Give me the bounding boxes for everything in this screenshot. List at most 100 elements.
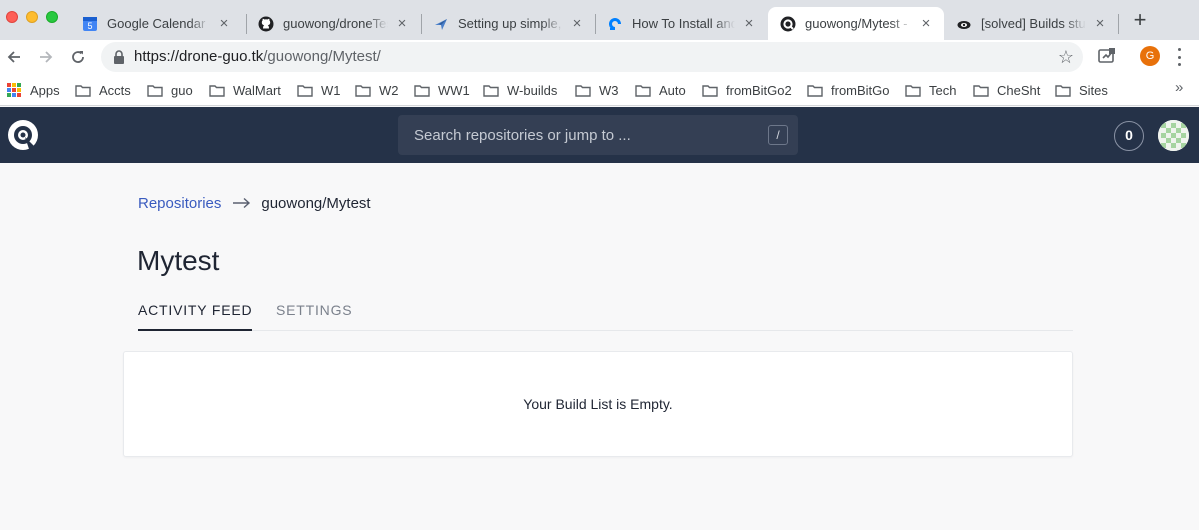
- reload-button[interactable]: [66, 45, 90, 69]
- arrow-right-icon: [233, 197, 251, 209]
- bookmark-folder[interactable]: W-builds: [483, 81, 557, 99]
- bookmarks-bar: Apps Accts guo WalMart W1 W2 WW1 W-build…: [0, 74, 1199, 106]
- browser-tab-solved[interactable]: [solved] Builds stuc ×: [944, 7, 1118, 40]
- apps-grid-icon: [7, 83, 21, 97]
- close-tab-icon[interactable]: ×: [741, 15, 757, 32]
- browser-tab-install[interactable]: How To Install and C ×: [595, 7, 767, 40]
- browser-tab-strip: 5 Google Calendar - W × guowong/droneTes…: [0, 0, 1199, 40]
- address-url: https://drone-guo.tk/guowong/Mytest/: [134, 48, 381, 65]
- folder-icon: [209, 84, 225, 97]
- github-icon: [258, 16, 274, 32]
- bookmark-folder[interactable]: CheSht: [973, 81, 1040, 99]
- identicon-icon: [1158, 120, 1189, 151]
- bookmark-folder[interactable]: WalMart: [209, 81, 281, 99]
- folder-icon: [807, 84, 823, 97]
- bookmark-folder[interactable]: W1: [297, 81, 341, 99]
- maximize-window-button[interactable]: [46, 11, 58, 23]
- browser-menu-icon[interactable]: [1176, 48, 1182, 66]
- digitalocean-icon: [607, 16, 623, 32]
- breadcrumb-repositories-link[interactable]: Repositories: [138, 195, 221, 212]
- browser-tab-calendar[interactable]: 5 Google Calendar - W ×: [70, 7, 242, 40]
- tab-settings[interactable]: SETTINGS: [276, 302, 352, 331]
- bookmark-label: Apps: [30, 82, 60, 98]
- drone-logo-icon[interactable]: [7, 119, 39, 151]
- browser-tab-title: guowong/droneTest: [283, 16, 388, 31]
- close-window-button[interactable]: [6, 11, 18, 23]
- folder-icon: [973, 84, 989, 97]
- bookmark-label: Accts: [99, 82, 131, 98]
- page-title: Mytest: [137, 245, 220, 276]
- url-host: https://drone-guo.tk: [134, 48, 264, 65]
- bookmark-label: WW1: [438, 82, 470, 98]
- browser-tab-title: [solved] Builds stuc: [981, 16, 1086, 31]
- notification-count-badge[interactable]: 0: [1114, 121, 1144, 151]
- bookmark-label: CheSht: [997, 82, 1041, 98]
- bookmark-folder[interactable]: Tech: [905, 81, 956, 99]
- close-tab-icon[interactable]: ×: [569, 15, 585, 32]
- profile-avatar[interactable]: G: [1140, 46, 1160, 66]
- discourse-icon: [956, 16, 972, 32]
- bookmark-label: guo: [171, 82, 193, 98]
- bookmark-folder[interactable]: fromBitGo: [807, 81, 890, 99]
- folder-icon: [355, 84, 371, 97]
- folder-icon: [75, 84, 91, 97]
- more-bookmarks-button[interactable]: »: [1175, 79, 1183, 96]
- bookmark-label: W3: [599, 82, 619, 98]
- browser-tab-github[interactable]: guowong/droneTest ×: [246, 7, 420, 40]
- bookmark-label: fromBitGo: [831, 82, 890, 98]
- folder-icon: [297, 84, 313, 97]
- tab-activity-feed[interactable]: ACTIVITY FEED: [138, 302, 253, 331]
- bookmark-folder[interactable]: WW1: [414, 81, 470, 99]
- close-tab-icon[interactable]: ×: [1092, 15, 1108, 32]
- arrow-left-icon: [7, 51, 20, 63]
- folder-icon: [414, 84, 430, 97]
- bookmark-label: Tech: [929, 82, 957, 98]
- browser-toolbar: https://drone-guo.tk/guowong/Mytest/ ☆ G: [0, 40, 1199, 74]
- breadcrumb: Repositories guowong/Mytest: [138, 194, 371, 212]
- address-bar[interactable]: https://drone-guo.tk/guowong/Mytest/ ☆: [101, 42, 1083, 72]
- repo-search-input[interactable]: [398, 115, 798, 155]
- browser-tab-title: Google Calendar - W: [107, 16, 210, 31]
- close-tab-icon[interactable]: ×: [918, 15, 934, 32]
- calendar-icon: 5: [82, 16, 98, 32]
- browser-tab-drone-mytest[interactable]: guowong/Mytest - D ×: [768, 7, 944, 40]
- bookmark-apps[interactable]: Apps: [7, 81, 60, 99]
- folder-icon: [147, 84, 163, 97]
- bookmark-folder[interactable]: Sites: [1055, 81, 1108, 99]
- forward-button[interactable]: [34, 45, 58, 69]
- build-list-card: Your Build List is Empty.: [123, 351, 1073, 457]
- browser-tab-title: Setting up simple, s: [458, 16, 563, 31]
- repo-search: /: [398, 115, 798, 155]
- bookmark-star-icon[interactable]: ☆: [1058, 47, 1074, 68]
- url-path: /guowong/Mytest/: [263, 48, 381, 65]
- user-avatar[interactable]: [1158, 120, 1189, 151]
- bookmark-folder[interactable]: fromBitGo2: [702, 81, 792, 99]
- tab-divider: [1118, 14, 1119, 34]
- bookmark-label: Sites: [1079, 82, 1108, 98]
- folder-icon: [905, 84, 921, 97]
- bookmark-label: W1: [321, 82, 341, 98]
- bookmark-label: W2: [379, 82, 399, 98]
- close-tab-icon[interactable]: ×: [216, 15, 232, 32]
- arrow-right-icon: [40, 51, 53, 63]
- back-button[interactable]: [2, 45, 26, 69]
- page-tabs: ACTIVITY FEED SETTINGS: [138, 292, 1073, 331]
- bookmark-label: W-builds: [507, 82, 558, 98]
- folder-icon: [1055, 84, 1071, 97]
- lock-icon: [114, 50, 124, 64]
- minimize-window-button[interactable]: [26, 11, 38, 23]
- empty-build-list-message: Your Build List is Empty.: [523, 396, 673, 412]
- bookmark-folder[interactable]: Accts: [75, 81, 131, 99]
- new-tab-button[interactable]: +: [1129, 9, 1151, 31]
- extension-icon[interactable]: [1097, 46, 1117, 66]
- close-tab-icon[interactable]: ×: [394, 15, 410, 32]
- folder-icon: [635, 84, 651, 97]
- bookmark-label: Auto: [659, 82, 686, 98]
- bookmark-folder[interactable]: Auto: [635, 81, 686, 99]
- bookmark-folder[interactable]: W2: [355, 81, 399, 99]
- bookmark-folder[interactable]: W3: [575, 81, 619, 99]
- folder-icon: [483, 84, 499, 97]
- browser-tab-setup[interactable]: Setting up simple, s ×: [421, 7, 595, 40]
- browser-tab-title: How To Install and C: [632, 16, 735, 31]
- bookmark-folder[interactable]: guo: [147, 81, 193, 99]
